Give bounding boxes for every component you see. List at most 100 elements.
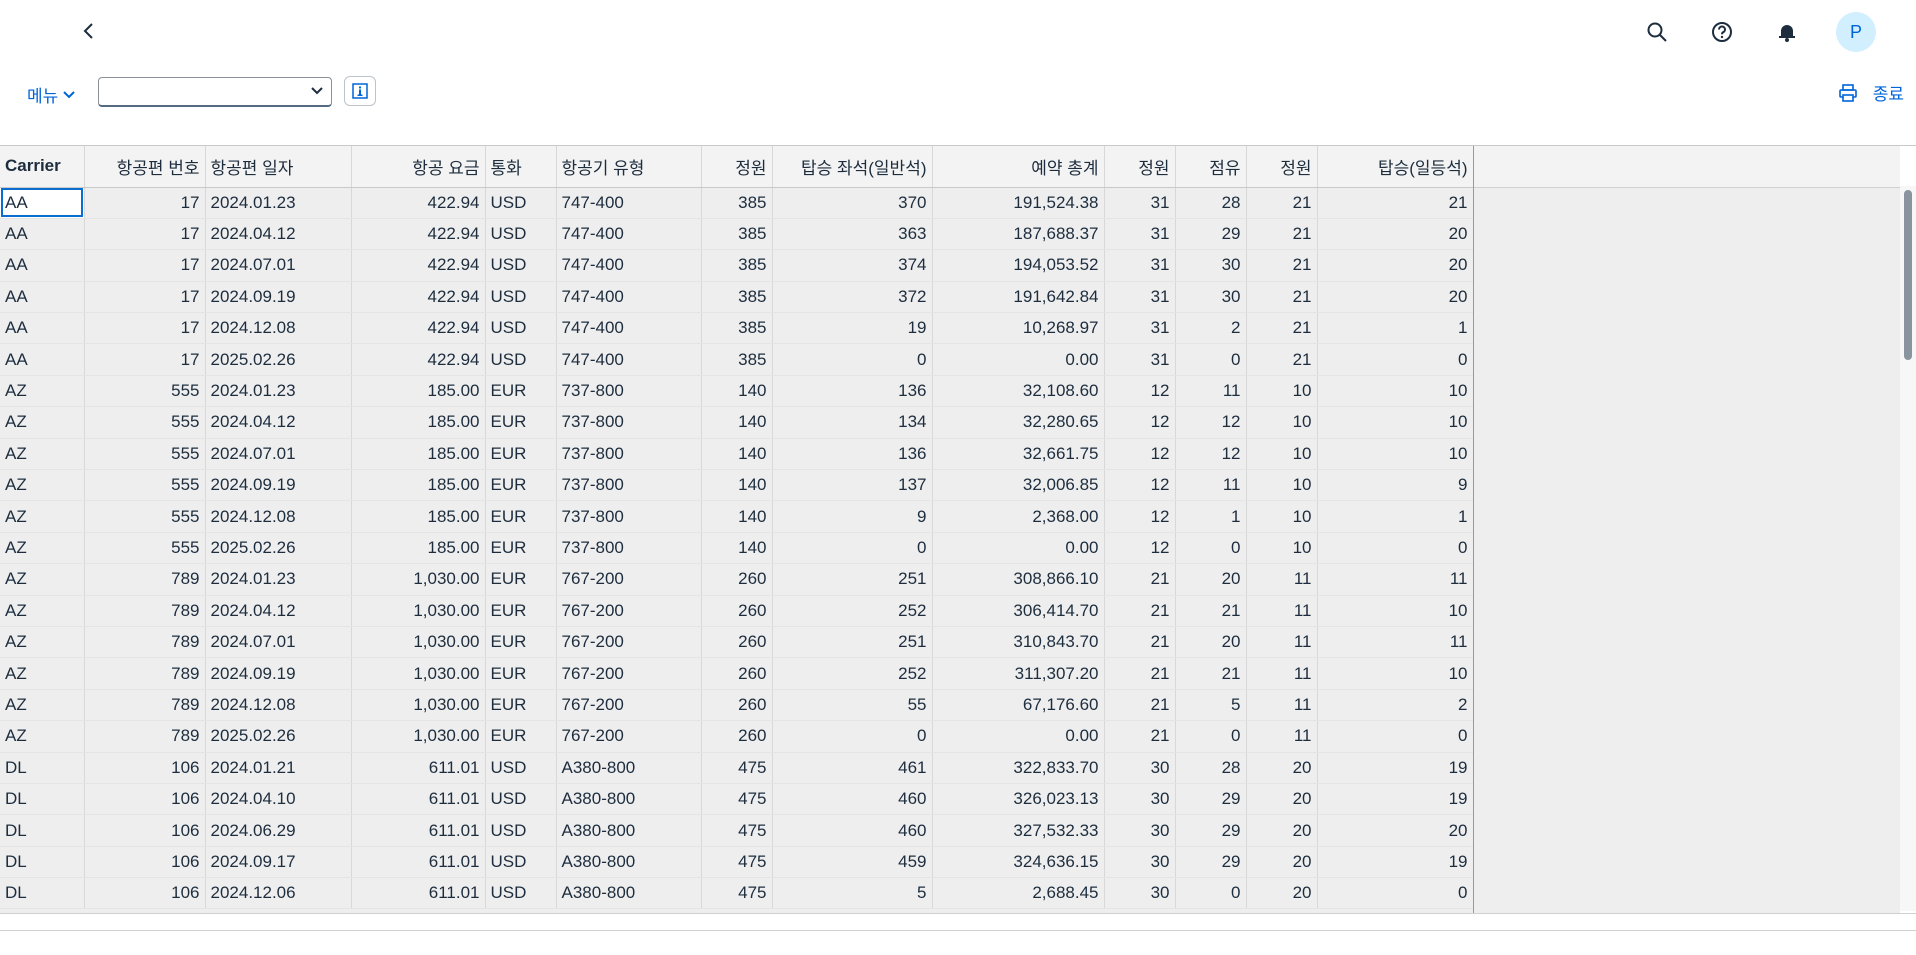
table-cell[interactable]: 611.01 bbox=[351, 752, 486, 784]
table-cell[interactable]: 21 bbox=[1104, 657, 1176, 690]
table-cell[interactable]: 310,843.70 bbox=[932, 626, 1105, 659]
table-cell[interactable]: 2024.07.01 bbox=[205, 438, 352, 471]
table-row[interactable]: DL 106 2024.12.06 611.01 USD A380-800 475 5 2,68… bbox=[0, 877, 1474, 910]
table-cell[interactable]: 789 bbox=[84, 626, 206, 659]
table-cell[interactable]: 17 bbox=[84, 343, 206, 376]
table-cell[interactable]: 555 bbox=[84, 438, 206, 471]
table-cell[interactable]: 17 bbox=[84, 312, 206, 345]
table-cell[interactable]: 140 bbox=[701, 500, 773, 533]
table-cell[interactable]: 12 bbox=[1104, 406, 1176, 439]
table-cell[interactable]: USD bbox=[485, 783, 557, 816]
menu-button[interactable]: 메뉴 bbox=[27, 82, 76, 107]
table-cell[interactable]: AZ bbox=[0, 563, 85, 596]
table-cell[interactable]: 21 bbox=[1104, 720, 1176, 753]
table-cell[interactable]: 21 bbox=[1246, 249, 1318, 282]
table-cell[interactable]: A380-800 bbox=[556, 846, 702, 879]
table-cell[interactable]: 136 bbox=[772, 375, 933, 408]
table-cell[interactable]: 461 bbox=[772, 752, 933, 784]
table-cell[interactable]: 2025.02.26 bbox=[205, 720, 352, 753]
table-cell[interactable]: 2024.07.01 bbox=[205, 249, 352, 282]
table-cell[interactable]: 11 bbox=[1246, 563, 1318, 596]
table-cell[interactable]: 475 bbox=[701, 752, 773, 784]
table-cell[interactable]: 2,688.45 bbox=[932, 877, 1105, 910]
table-cell[interactable]: 20 bbox=[1317, 249, 1474, 282]
table-cell[interactable]: 1,030.00 bbox=[351, 563, 486, 596]
table-cell[interactable]: 30 bbox=[1175, 281, 1247, 314]
table-cell[interactable]: 1 bbox=[1317, 312, 1474, 345]
table-cell[interactable]: 140 bbox=[701, 469, 773, 502]
table-cell[interactable]: 475 bbox=[701, 846, 773, 879]
table-cell[interactable]: 1,030.00 bbox=[351, 626, 486, 659]
column-header[interactable]: 정원 bbox=[1104, 146, 1176, 188]
table-cell[interactable]: 19 bbox=[1317, 783, 1474, 816]
table-cell[interactable]: 2024.01.23 bbox=[205, 375, 352, 408]
table-cell[interactable]: EUR bbox=[485, 689, 557, 722]
table-cell[interactable]: 555 bbox=[84, 406, 206, 439]
table-row[interactable]: DL 106 2024.01.21 611.01 USD A380-800 475 461 32… bbox=[0, 752, 1474, 784]
table-cell[interactable]: 2024.12.08 bbox=[205, 312, 352, 345]
table-cell[interactable]: 0 bbox=[1317, 720, 1474, 753]
table-cell[interactable]: 422.94 bbox=[351, 343, 486, 376]
table-cell[interactable]: 185.00 bbox=[351, 375, 486, 408]
table-cell[interactable]: AZ bbox=[0, 406, 85, 439]
table-cell[interactable]: 2025.02.26 bbox=[205, 532, 352, 565]
table-cell[interactable]: 10 bbox=[1317, 375, 1474, 408]
table-cell[interactable]: USD bbox=[485, 218, 557, 251]
table-cell[interactable]: 21 bbox=[1104, 595, 1176, 627]
table-cell[interactable]: 747-400 bbox=[556, 218, 702, 251]
table-cell[interactable]: 555 bbox=[84, 500, 206, 533]
table-cell[interactable]: A380-800 bbox=[556, 783, 702, 816]
avatar[interactable]: P bbox=[1836, 12, 1876, 52]
table-cell[interactable]: 0.00 bbox=[932, 720, 1105, 753]
table-cell[interactable]: 789 bbox=[84, 563, 206, 596]
table-cell[interactable]: 20 bbox=[1175, 626, 1247, 659]
table-cell[interactable]: 11 bbox=[1246, 626, 1318, 659]
table-row[interactable]: DL 106 2024.06.29 611.01 USD A380-800 475 460 32… bbox=[0, 814, 1474, 847]
table-cell[interactable]: 1,030.00 bbox=[351, 689, 486, 722]
table-cell[interactable]: 747-400 bbox=[556, 343, 702, 376]
table-cell[interactable]: 30 bbox=[1104, 752, 1176, 784]
table-cell[interactable]: 32,661.75 bbox=[932, 438, 1105, 471]
table-cell[interactable]: DL bbox=[0, 877, 85, 910]
table-cell[interactable]: 17 bbox=[84, 281, 206, 314]
table-cell[interactable]: EUR bbox=[485, 532, 557, 565]
column-header[interactable]: 점유 bbox=[1175, 146, 1247, 188]
table-cell[interactable]: 10 bbox=[1246, 500, 1318, 533]
table-cell[interactable]: USD bbox=[485, 814, 557, 847]
table-cell[interactable]: 2024.12.06 bbox=[205, 877, 352, 910]
table-cell[interactable]: 767-200 bbox=[556, 626, 702, 659]
table-cell[interactable]: 20 bbox=[1246, 877, 1318, 910]
table-cell[interactable]: 767-200 bbox=[556, 595, 702, 627]
table-cell[interactable]: 737-800 bbox=[556, 375, 702, 408]
table-cell[interactable]: 555 bbox=[84, 532, 206, 565]
table-cell[interactable]: 0.00 bbox=[932, 532, 1105, 565]
table-cell[interactable]: 140 bbox=[701, 532, 773, 565]
table-cell[interactable]: 11 bbox=[1317, 563, 1474, 596]
table-cell[interactable]: 555 bbox=[84, 375, 206, 408]
table-row[interactable]: AZ 789 2024.09.19 1,030.00 EUR 767-200 260 252 3… bbox=[0, 657, 1474, 690]
table-cell[interactable]: 2024.01.23 bbox=[205, 563, 352, 596]
column-header[interactable]: 정원 bbox=[1246, 146, 1318, 188]
table-cell[interactable]: 12 bbox=[1104, 500, 1176, 533]
table-cell[interactable]: 1 bbox=[1317, 500, 1474, 533]
table-cell[interactable]: EUR bbox=[485, 563, 557, 596]
column-header[interactable]: 항공편 번호 bbox=[84, 146, 206, 188]
table-cell[interactable]: 19 bbox=[1317, 846, 1474, 879]
table-cell[interactable]: 260 bbox=[701, 657, 773, 690]
table-cell[interactable]: AA bbox=[0, 281, 85, 314]
table-cell[interactable]: 611.01 bbox=[351, 783, 486, 816]
table-cell[interactable]: 106 bbox=[84, 846, 206, 879]
table-cell[interactable]: 106 bbox=[84, 814, 206, 847]
table-cell[interactable]: 31 bbox=[1104, 343, 1176, 376]
table-cell[interactable]: 10 bbox=[1246, 469, 1318, 502]
table-cell[interactable]: 185.00 bbox=[351, 469, 486, 502]
variant-select[interactable] bbox=[98, 77, 332, 107]
table-cell[interactable]: DL bbox=[0, 783, 85, 816]
table-cell[interactable]: 17 bbox=[84, 218, 206, 251]
table-cell[interactable]: 260 bbox=[701, 595, 773, 627]
table-cell[interactable]: 11 bbox=[1175, 469, 1247, 502]
table-cell[interactable]: AZ bbox=[0, 626, 85, 659]
table-cell[interactable]: DL bbox=[0, 846, 85, 879]
table-cell[interactable]: 260 bbox=[701, 563, 773, 596]
table-cell[interactable]: 327,532.33 bbox=[932, 814, 1105, 847]
